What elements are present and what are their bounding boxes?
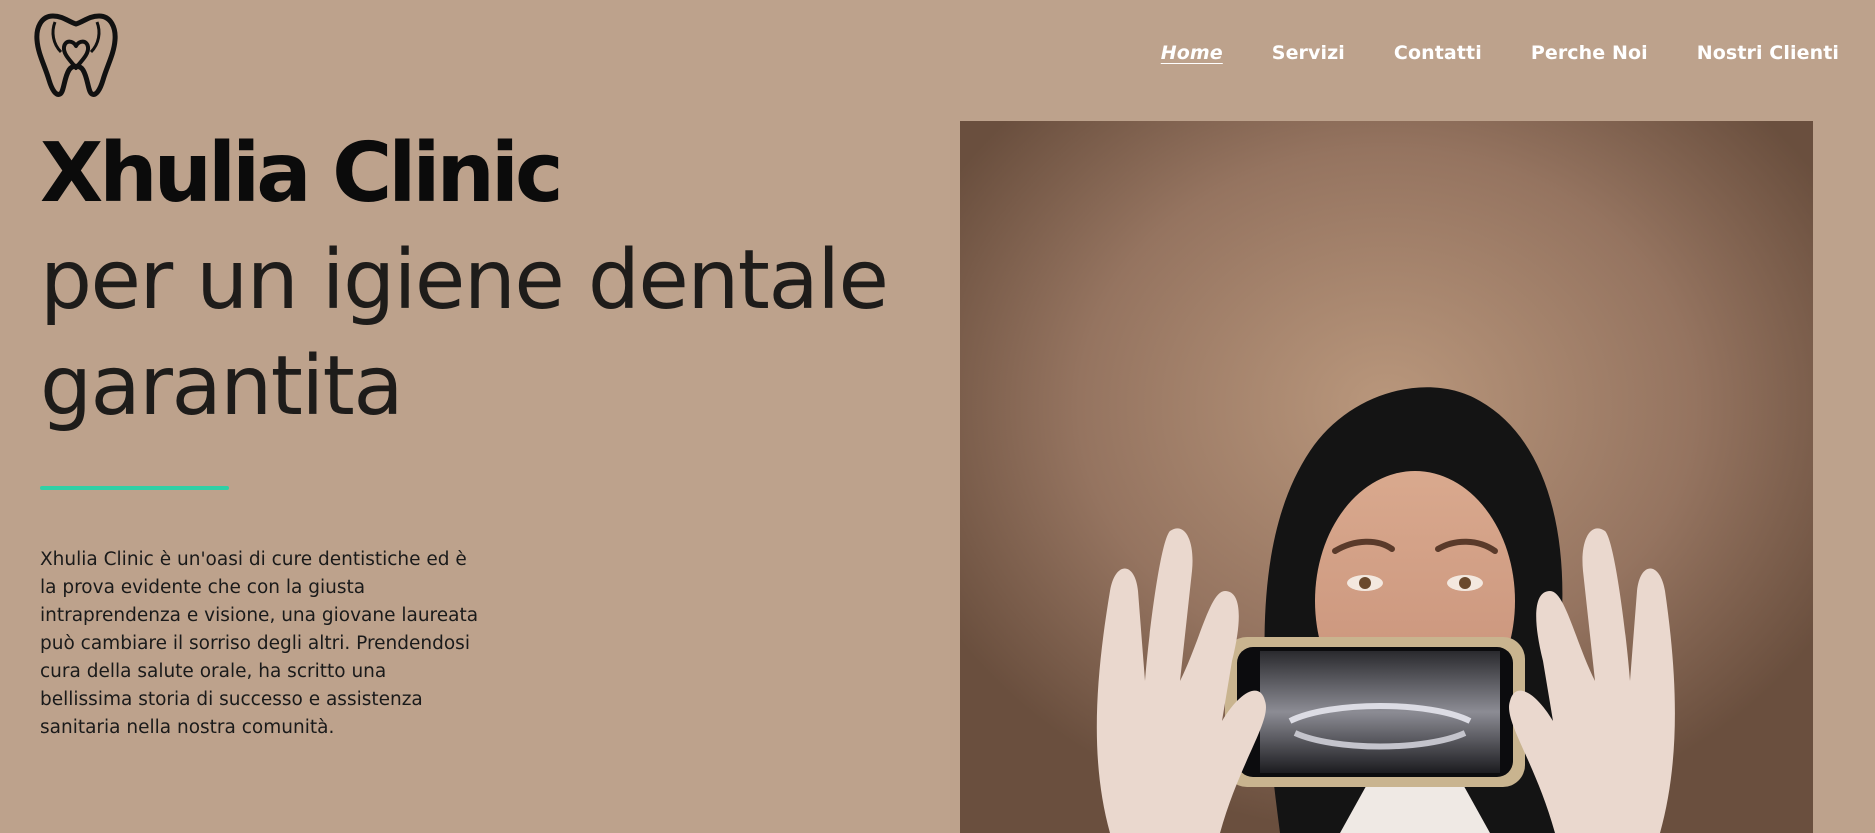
hero-subtitle-line2: garantita — [40, 339, 404, 434]
nav-perche-noi[interactable]: Perche Noi — [1531, 38, 1648, 68]
hero-title: Xhulia Clinic — [40, 126, 564, 221]
hero-subtitle-line1: per un igiene dentale — [40, 233, 889, 328]
hero-intro-text: Xhulia Clinic è un'oasi di cure dentisti… — [40, 549, 479, 738]
accent-divider — [40, 486, 229, 490]
main-nav: Home Servizi Contatti Perche Noi Nostri … — [1112, 38, 1839, 68]
hero-photo — [960, 121, 1813, 833]
nav-nostri-clienti[interactable]: Nostri Clienti — [1697, 38, 1839, 68]
dentist-with-xray-image — [960, 121, 1813, 833]
clinic-logo[interactable] — [33, 10, 119, 98]
hero-subtitle: per un igiene dentale garantita — [40, 228, 940, 440]
nav-servizi[interactable]: Servizi — [1272, 38, 1345, 68]
nav-contatti[interactable]: Contatti — [1394, 38, 1482, 68]
nav-home[interactable]: Home — [1161, 38, 1223, 68]
tooth-heart-icon — [34, 13, 118, 97]
